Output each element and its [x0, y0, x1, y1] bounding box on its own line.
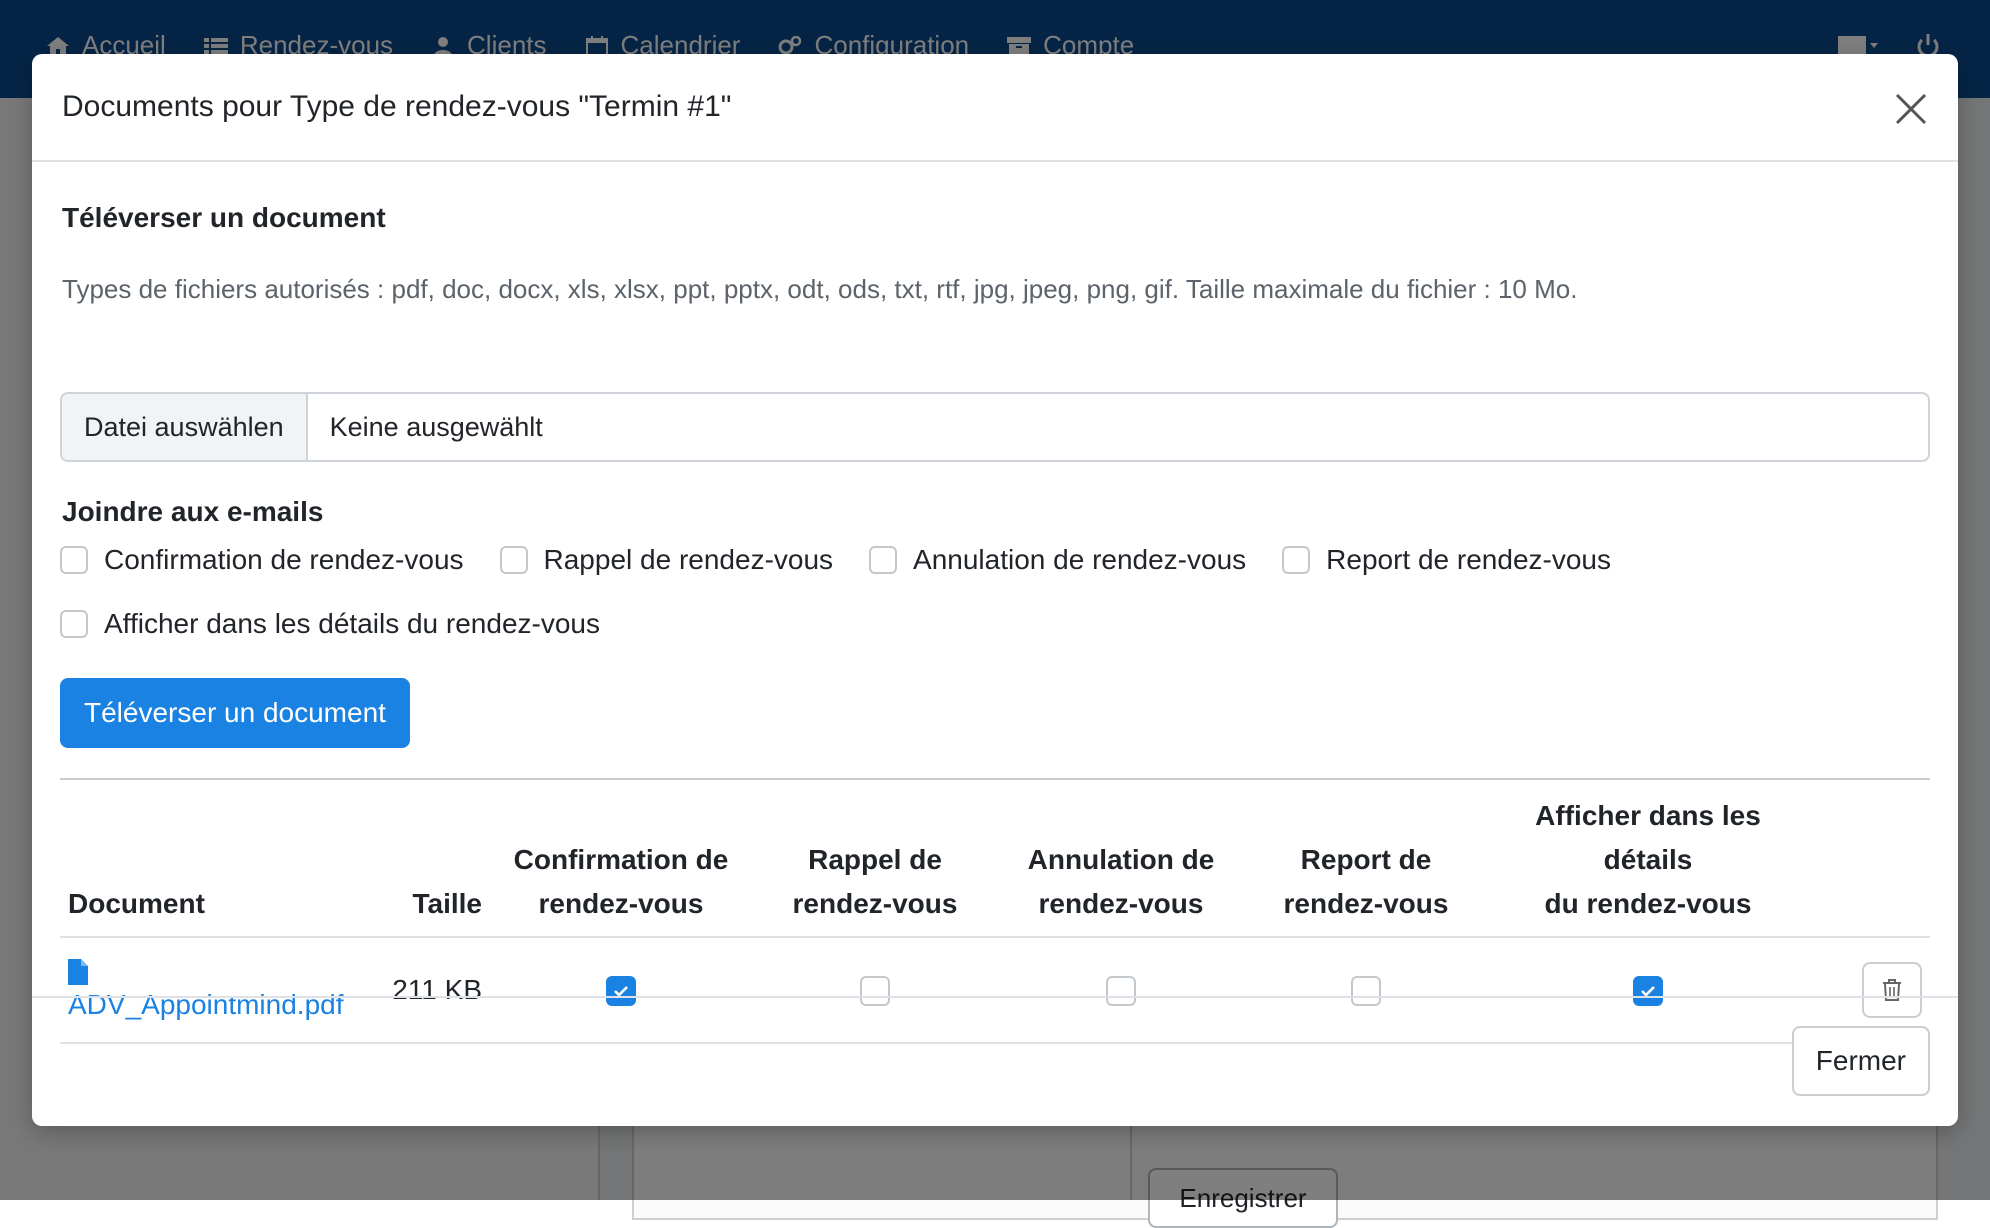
- documents-modal: Documents pour Type de rendez-vous "Term…: [32, 54, 1958, 1126]
- attach-to-emails-title: Joindre aux e-mails: [62, 496, 323, 528]
- close-icon: [1894, 92, 1928, 126]
- choose-file-button[interactable]: Datei auswählen: [62, 394, 308, 460]
- details-checkbox-row: Afficher dans les détails du rendez-vous: [60, 608, 636, 640]
- close-button[interactable]: [1888, 86, 1934, 132]
- header-reminder: Rappel derendez-vous: [752, 794, 998, 937]
- checkbox-reschedule[interactable]: Report de rendez-vous: [1282, 544, 1611, 576]
- header-actions: [1808, 794, 1930, 937]
- checkbox[interactable]: [869, 546, 897, 574]
- header-details: Afficher dans les détailsdu rendez-vous: [1488, 794, 1808, 937]
- header-size: Taille: [378, 794, 490, 937]
- upload-document-button[interactable]: Téléverser un document: [60, 678, 410, 748]
- section-divider: [60, 778, 1930, 780]
- close-modal-button[interactable]: Fermer: [1792, 1026, 1930, 1096]
- file-icon: [68, 959, 88, 985]
- checkbox-label: Annulation de rendez-vous: [913, 544, 1246, 576]
- modal-footer: Fermer: [32, 996, 1958, 1126]
- table-header-row: Document Taille Confirmation derendez-vo…: [60, 794, 1930, 937]
- checkbox-label: Afficher dans les détails du rendez-vous: [104, 608, 600, 640]
- checkbox[interactable]: [60, 610, 88, 638]
- checkbox-reminder[interactable]: Rappel de rendez-vous: [500, 544, 834, 576]
- upload-section-title: Téléverser un document: [62, 202, 386, 234]
- checkbox-label: Rappel de rendez-vous: [544, 544, 834, 576]
- header-document: Document: [60, 794, 378, 937]
- checkbox-cancellation[interactable]: Annulation de rendez-vous: [869, 544, 1246, 576]
- checkbox[interactable]: [60, 546, 88, 574]
- email-checkbox-row: Confirmation de rendez-vous Rappel de re…: [60, 544, 1647, 576]
- file-input[interactable]: Datei auswählen Keine ausgewählt: [60, 392, 1930, 462]
- checkbox-label: Confirmation de rendez-vous: [104, 544, 464, 576]
- header-reschedule: Report derendez-vous: [1244, 794, 1488, 937]
- checkbox[interactable]: [1282, 546, 1310, 574]
- checkbox[interactable]: [500, 546, 528, 574]
- modal-header: Documents pour Type de rendez-vous "Term…: [32, 54, 1958, 162]
- checkbox-confirmation[interactable]: Confirmation de rendez-vous: [60, 544, 464, 576]
- checkbox-show-in-details[interactable]: Afficher dans les détails du rendez-vous: [60, 608, 600, 640]
- modal-title: Documents pour Type de rendez-vous "Term…: [62, 90, 731, 124]
- header-confirmation: Confirmation derendez-vous: [490, 794, 752, 937]
- header-cancellation: Annulation derendez-vous: [998, 794, 1244, 937]
- checkbox-label: Report de rendez-vous: [1326, 544, 1611, 576]
- file-status: Keine ausgewählt: [308, 394, 565, 460]
- allowed-file-types-text: Types de fichiers autorisés : pdf, doc, …: [62, 274, 1577, 305]
